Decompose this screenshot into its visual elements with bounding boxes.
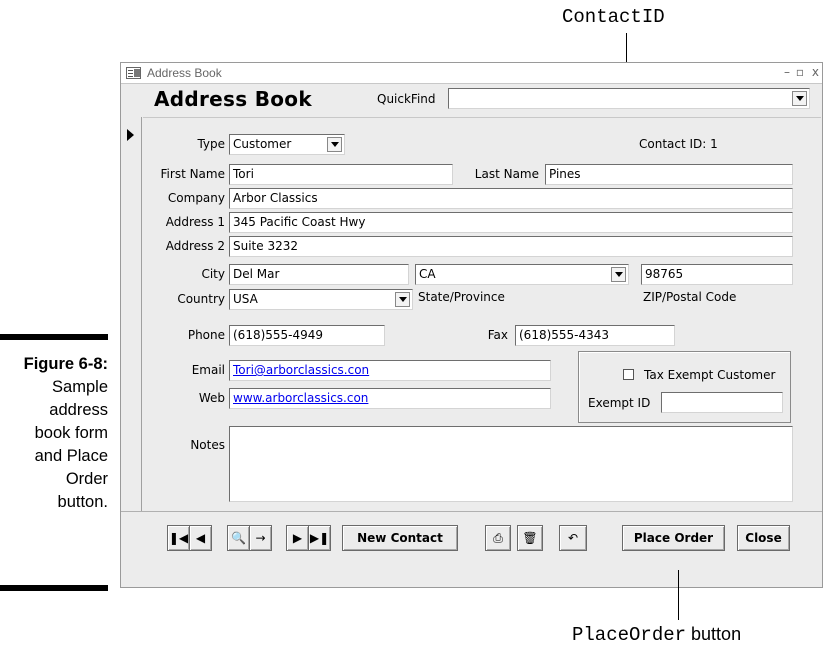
phone-label: Phone: [187, 328, 225, 342]
first-record-icon: ❚◀: [168, 531, 189, 545]
placeorder-callout: PlaceOrder button: [572, 624, 741, 646]
notes-field[interactable]: [229, 426, 793, 502]
email-label: Email: [191, 363, 225, 377]
caption-line: Sample: [52, 378, 108, 396]
form-footer: ❚◀ ◀ 🔍 → ▶ ▶❚ New Contact ⎙ 🗑 ↶ Place Or…: [121, 511, 822, 563]
web-field[interactable]: www.arborclassics.con: [229, 388, 551, 409]
chevron-down-icon[interactable]: [327, 137, 342, 152]
figure-caption: Figure 6-8: Sample address book form and…: [0, 353, 108, 514]
first-name-label: First Name: [160, 167, 225, 181]
delete-button[interactable]: 🗑: [517, 525, 543, 551]
record-selector[interactable]: [121, 117, 142, 511]
find-next-button[interactable]: →: [249, 525, 272, 551]
form-icon: [126, 67, 141, 79]
zip-label: ZIP/Postal Code: [643, 290, 737, 304]
caption-bar-top: [0, 334, 108, 340]
tax-exempt-group: Tax Exempt Customer Exempt ID: [578, 351, 791, 423]
phone-field[interactable]: (618)555-4949: [229, 325, 385, 346]
type-combo[interactable]: Customer: [229, 134, 345, 155]
contact-id-label: Contact ID: 1: [639, 137, 718, 151]
next-record-button[interactable]: ▶: [286, 525, 309, 551]
placeorder-code: PlaceOrder: [572, 624, 687, 646]
fax-label: Fax: [487, 328, 508, 342]
quickfind-combo[interactable]: [448, 88, 810, 109]
current-record-icon: [127, 129, 134, 141]
company-label: Company: [167, 191, 225, 205]
quickfind-label: QuickFind: [377, 92, 436, 106]
company-field[interactable]: Arbor Classics: [229, 188, 793, 209]
address2-field[interactable]: Suite 3232: [229, 236, 793, 257]
address-book-window: Address Book – ▫ x Address Book QuickFin…: [120, 62, 823, 588]
title-bar: Address Book – ▫ x: [121, 63, 822, 84]
form-header: Address Book QuickFind: [121, 84, 822, 116]
caption-bar-bottom: [0, 585, 108, 591]
fax-field[interactable]: (618)555-4343: [515, 325, 675, 346]
tax-exempt-checkbox[interactable]: [623, 369, 634, 380]
binoculars-icon: 🔍: [231, 531, 246, 545]
last-name-label: Last Name: [474, 167, 539, 181]
exempt-id-field[interactable]: [661, 392, 783, 413]
trash-icon: 🗑: [522, 531, 538, 545]
exempt-id-label: Exempt ID: [588, 396, 651, 410]
contactid-callout: ContactID: [562, 6, 665, 28]
tax-exempt-label: Tax Exempt Customer: [644, 368, 776, 382]
caption-line: address: [49, 401, 108, 419]
last-name-field[interactable]: Pines: [545, 164, 793, 185]
find-button[interactable]: 🔍: [227, 525, 250, 551]
last-record-button[interactable]: ▶❚: [308, 525, 331, 551]
printer-icon: ⎙: [493, 530, 503, 545]
address1-field[interactable]: 345 Pacific Coast Hwy: [229, 212, 793, 233]
figure-number: Figure 6-8:: [23, 355, 108, 373]
print-button[interactable]: ⎙: [485, 525, 511, 551]
find-next-icon: →: [255, 531, 266, 545]
address1-label: Address 1: [165, 215, 225, 229]
chevron-down-icon[interactable]: [792, 91, 807, 106]
form-title: Address Book: [154, 87, 312, 111]
chevron-down-icon[interactable]: [395, 292, 410, 307]
new-contact-button[interactable]: New Contact: [342, 525, 458, 551]
next-record-icon: ▶: [292, 531, 303, 545]
city-field[interactable]: Del Mar: [229, 264, 409, 285]
notes-label: Notes: [190, 438, 225, 452]
callout-line: [678, 570, 679, 620]
type-label: Type: [197, 137, 225, 151]
zip-field[interactable]: 98765: [641, 264, 793, 285]
email-field[interactable]: Tori@arborclassics.con: [229, 360, 551, 381]
close-icon[interactable]: x: [812, 65, 819, 79]
caption-line: Order: [65, 470, 108, 488]
state-province-label: State/Province: [418, 290, 505, 304]
placeorder-word: button: [686, 624, 742, 644]
close-button[interactable]: Close: [737, 525, 790, 551]
window-title: Address Book: [147, 66, 222, 80]
last-record-icon: ▶❚: [309, 531, 330, 545]
first-record-button[interactable]: ❚◀: [167, 525, 190, 551]
city-label: City: [201, 267, 225, 281]
previous-record-icon: ◀: [195, 531, 206, 545]
previous-record-button[interactable]: ◀: [189, 525, 212, 551]
chevron-down-icon[interactable]: [611, 267, 626, 282]
address2-label: Address 2: [165, 239, 225, 253]
type-value: Customer: [233, 137, 292, 151]
country-combo[interactable]: USA: [229, 289, 413, 310]
caption-line: and Place: [34, 447, 108, 465]
first-name-field[interactable]: Tori: [229, 164, 453, 185]
state-combo[interactable]: CA: [415, 264, 629, 285]
country-label: Country: [177, 292, 225, 306]
web-label: Web: [198, 391, 225, 405]
country-value: USA: [233, 292, 258, 306]
form-detail: Type Customer Contact ID: 1 First Name T…: [143, 117, 821, 511]
undo-icon: ↶: [567, 531, 579, 545]
minimize-icon[interactable]: –: [784, 65, 790, 79]
state-value: CA: [419, 267, 436, 281]
place-order-button[interactable]: Place Order: [622, 525, 725, 551]
caption-line: button.: [57, 493, 108, 511]
undo-button[interactable]: ↶: [559, 525, 587, 551]
restore-icon[interactable]: ▫: [796, 65, 804, 79]
caption-line: book form: [34, 424, 108, 442]
